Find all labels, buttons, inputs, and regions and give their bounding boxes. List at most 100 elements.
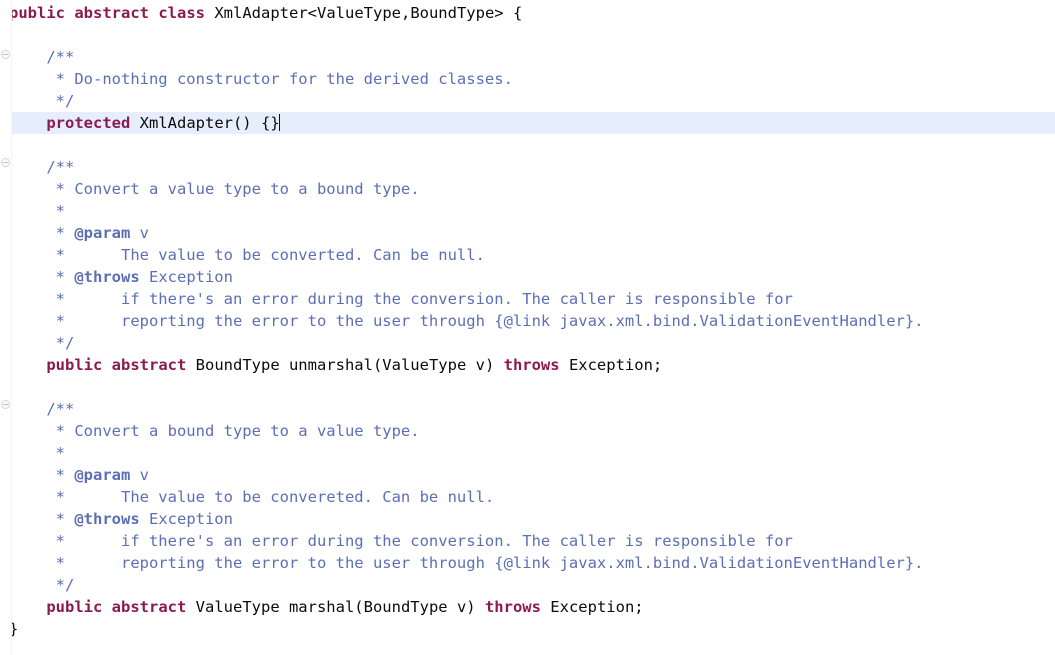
code-line[interactable]: * reporting the error to the user throug… [0,552,1055,574]
token-plain: XmlAdapter<ValueType,BoundType> { [205,4,523,22]
folding-gutter[interactable] [0,0,12,655]
code-line-content: * @param v [0,464,149,486]
token-cmt: * reporting the error to the user throug… [9,554,924,572]
token-cmt: * The value to be convereted. Can be nul… [9,488,495,506]
code-line-content: * reporting the error to the user throug… [0,552,924,574]
token-cmt: * Do-nothing constructor for the derived… [9,70,513,88]
code-line[interactable]: public abstract BoundType unmarshal(Valu… [0,354,1055,376]
token-cmt: * [9,466,75,484]
token-plain: Exception; [559,356,663,374]
code-line-content: * @throws Exception [0,266,233,288]
token-cmt: */ [9,334,75,352]
code-line[interactable]: * Convert a value type to a bound type. [0,178,1055,200]
token-cmt-tag: @throws [74,510,140,528]
token-plain: XmlAdapter() {} [130,114,280,132]
token-kw: public [9,4,65,22]
token-cmt: * [9,202,65,220]
code-line[interactable]: /** [0,398,1055,420]
code-line-content: * @throws Exception [0,508,233,530]
text-caret [278,114,280,131]
code-editor[interactable]: public abstract class XmlAdapter<ValueTy… [0,0,1055,655]
token-cmt-tag: @param [74,224,131,242]
code-line[interactable]: */ [0,332,1055,354]
token-cmt: /** [9,400,75,418]
code-line-content: * reporting the error to the user throug… [0,310,924,332]
code-line-content: public abstract BoundType unmarshal(Valu… [0,354,662,376]
token-kw: abstract [74,4,149,22]
code-line[interactable]: } [0,618,1055,640]
code-line[interactable] [0,24,1055,46]
token-kw: throws [484,598,541,616]
token-kw: abstract [111,598,187,616]
token-cmt: * [9,224,75,242]
code-line[interactable]: * [0,200,1055,222]
token-kw: public [46,598,103,616]
code-line-content: public abstract class XmlAdapter<ValueTy… [0,2,522,24]
code-line-content: * @param v [0,222,149,244]
token-plain: Exception; [540,598,644,616]
code-line[interactable]: */ [0,574,1055,596]
token-cmt: * Convert a value type to a bound type. [9,180,420,198]
token-plain: BoundType unmarshal(ValueType v) [186,356,504,374]
code-line-content: * if there's an error during the convers… [0,530,793,552]
code-line[interactable] [0,134,1055,156]
code-line-content: * Convert a value type to a bound type. [0,178,420,200]
code-line[interactable]: * Convert a bound type to a value type. [0,420,1055,442]
code-line[interactable]: public abstract class XmlAdapter<ValueTy… [0,2,1055,24]
code-line-current[interactable]: protected XmlAdapter() {} [0,112,1055,134]
token-cmt: * if there's an error during the convers… [9,290,793,308]
code-line[interactable]: * @throws Exception [0,266,1055,288]
code-line[interactable]: * [0,442,1055,464]
token-cmt: * The value to be converted. Can be null… [9,246,485,264]
token-kw: protected [46,114,131,132]
token-kw: class [158,4,206,22]
token-cmt: * [9,444,65,462]
token-cmt: */ [9,92,75,110]
token-kw: throws [503,356,560,374]
fold-javadoc-unmarshal-icon[interactable] [1,158,10,167]
token-cmt: * [9,510,75,528]
code-line[interactable]: public abstract ValueType marshal(BoundT… [0,596,1055,618]
code-line[interactable] [0,376,1055,398]
code-text-area[interactable]: public abstract class XmlAdapter<ValueTy… [0,0,1055,655]
token-cmt: Exception [139,268,233,286]
code-line[interactable]: * reporting the error to the user throug… [0,310,1055,332]
code-line[interactable]: * @param v [0,464,1055,486]
code-line[interactable]: * @param v [0,222,1055,244]
token-cmt: /** [9,158,75,176]
code-line[interactable]: * if there's an error during the convers… [0,288,1055,310]
fold-javadoc-constructor-icon[interactable] [1,50,10,59]
token-cmt-tag: @throws [74,268,140,286]
code-line[interactable]: * The value to be convereted. Can be nul… [0,486,1055,508]
token-cmt: /** [9,48,75,66]
token-cmt: * if there's an error during the convers… [9,532,793,550]
code-line[interactable]: * if there's an error during the convers… [0,530,1055,552]
code-line[interactable]: * Do-nothing constructor for the derived… [0,68,1055,90]
token-kw: abstract [111,356,187,374]
code-line[interactable]: /** [0,156,1055,178]
code-line[interactable]: */ [0,90,1055,112]
code-line-content: * if there's an error during the convers… [0,288,793,310]
token-cmt: * Convert a bound type to a value type. [9,422,420,440]
token-cmt-tag: @param [74,466,131,484]
token-cmt: */ [9,576,75,594]
code-line[interactable]: * @throws Exception [0,508,1055,530]
token-cmt: * reporting the error to the user throug… [9,312,924,330]
code-line-content: public abstract ValueType marshal(BoundT… [0,596,644,618]
token-plain: ValueType marshal(BoundType v) [186,598,485,616]
code-line-content: * Do-nothing constructor for the derived… [0,68,513,90]
code-line-content: * Convert a bound type to a value type. [0,420,420,442]
token-cmt: v [130,224,149,242]
code-line[interactable]: * The value to be converted. Can be null… [0,244,1055,266]
fold-javadoc-marshal-icon[interactable] [1,400,10,409]
token-cmt: Exception [139,510,233,528]
token-kw: public [46,356,103,374]
code-line-content: * The value to be convereted. Can be nul… [0,486,495,508]
code-line[interactable]: /** [0,46,1055,68]
